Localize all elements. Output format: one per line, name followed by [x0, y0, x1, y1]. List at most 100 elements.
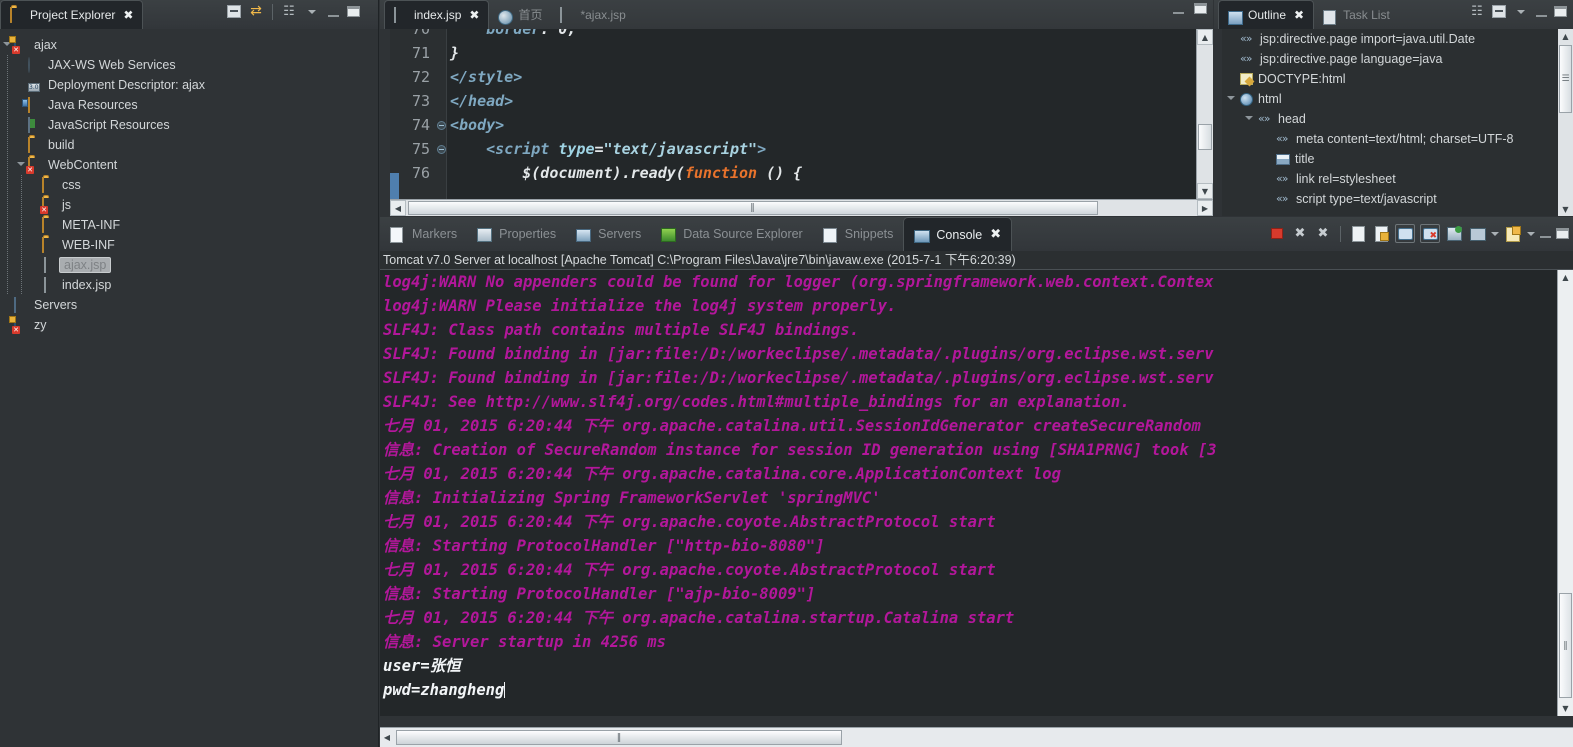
outline-item[interactable]: «» jsp:directive.page language=java: [1222, 49, 1573, 69]
fold-collapse-icon[interactable]: [436, 144, 446, 154]
twisty-arrow-icon[interactable]: [1227, 95, 1235, 103]
code-line[interactable]: 72 </style>: [390, 65, 1196, 89]
editor-tab[interactable]: index.jsp ✖: [384, 0, 490, 29]
tree-item[interactable]: JavaScript Resources: [0, 115, 378, 135]
code-line[interactable]: 70 border: 0;: [390, 29, 1196, 41]
tab-project-explorer[interactable]: Project Explorer ✖: [0, 0, 144, 29]
tree-item[interactable]: css: [0, 175, 378, 195]
tree-item[interactable]: META-INF: [0, 215, 378, 235]
outline-item[interactable]: «» script type=text/javascript: [1222, 189, 1573, 209]
collapse-all-icon[interactable]: [225, 3, 243, 20]
editor-maximize-icon[interactable]: [1194, 3, 1207, 14]
outline-tab[interactable]: Outline ✖: [1218, 0, 1315, 29]
code-fold-toggle[interactable]: [434, 120, 448, 130]
view-menu-filter-icon[interactable]: ☷: [280, 3, 298, 20]
outline-item[interactable]: title: [1222, 149, 1573, 169]
outline-scroll-thumb[interactable]: ☰: [1559, 45, 1572, 113]
console-tab-markers[interactable]: Markers: [380, 217, 467, 251]
tree-item[interactable]: ✕ js: [0, 195, 378, 215]
tree-item[interactable]: ✕ WebContent: [0, 155, 378, 175]
project-tree[interactable]: ✕ ajax JAX-WS Web Services 3.0 Deployment De…: [0, 29, 378, 335]
scroll-up-icon[interactable]: ▲: [1197, 29, 1213, 45]
code-line[interactable]: 75 <script type="text/javascript">: [390, 137, 1196, 161]
link-with-editor-icon[interactable]: ⇄: [247, 3, 265, 20]
tree-item[interactable]: 3.0 Deployment Descriptor: ajax: [0, 75, 378, 95]
tree-item[interactable]: index.jsp: [0, 275, 378, 295]
pin-console-icon[interactable]: [1445, 225, 1463, 242]
scroll-lock-icon[interactable]: [1372, 225, 1390, 242]
view-menu-icon[interactable]: [308, 9, 316, 14]
tree-item[interactable]: build: [0, 135, 378, 155]
minimize-icon[interactable]: [1540, 236, 1551, 238]
scroll-down-icon[interactable]: ▼: [1558, 701, 1573, 716]
tree-item[interactable]: ✕ ajax: [0, 35, 378, 55]
show-console-on-output-icon[interactable]: ✖: [1420, 224, 1440, 243]
outline-tab[interactable]: Task List: [1314, 0, 1399, 29]
tree-item[interactable]: ajax.jsp: [0, 255, 378, 275]
tree-item[interactable]: WEB-INF: [0, 235, 378, 255]
open-console-icon[interactable]: [1504, 225, 1522, 242]
console-tab-properties[interactable]: Properties: [467, 217, 566, 251]
outline-item[interactable]: DOCTYPE:html: [1222, 69, 1573, 89]
outline-item[interactable]: «» meta content=text/html; charset=UTF-8: [1222, 129, 1573, 149]
console-tab-snippets[interactable]: Snippets: [813, 217, 904, 251]
tree-item[interactable]: Servers: [0, 295, 378, 315]
remove-all-terminated-icon[interactable]: ✖: [1314, 225, 1332, 242]
editor-vscroll-thumb[interactable]: [1198, 124, 1212, 150]
outline-item[interactable]: html: [1222, 89, 1573, 109]
tree-item[interactable]: JAX-WS Web Services: [0, 55, 378, 75]
outline-item[interactable]: «» head: [1222, 109, 1573, 129]
console-hscroll-thumb[interactable]: ‖: [396, 730, 842, 745]
console-tab-servers[interactable]: Servers: [566, 217, 651, 251]
outline-vertical-scrollbar[interactable]: ▲ ☰ ▼: [1558, 29, 1573, 216]
console-vscroll-thumb[interactable]: ‖: [1559, 593, 1572, 698]
view-menu-icon[interactable]: [1517, 9, 1525, 14]
collapse-all-icon[interactable]: [1490, 3, 1508, 20]
scroll-left-icon[interactable]: ◀: [380, 728, 394, 747]
clear-console-icon[interactable]: [1349, 225, 1367, 242]
outline-item[interactable]: «» jsp:directive.page import=java.util.Da…: [1222, 29, 1573, 49]
editor-tab[interactable]: 首页: [489, 0, 551, 29]
console-vertical-scrollbar[interactable]: ▲ ‖ ▼: [1557, 270, 1573, 716]
terminate-icon[interactable]: [1268, 225, 1286, 242]
editor-minimize-icon[interactable]: [1173, 11, 1184, 14]
editor-vertical-scrollbar[interactable]: ▲ ▼: [1196, 29, 1213, 199]
close-icon[interactable]: ✖: [990, 227, 1001, 242]
word-wrap-icon[interactable]: [1395, 224, 1415, 243]
code-lines[interactable]: 70 border: 0; 71} 72 </style> 73 </head> 74 <bo…: [390, 29, 1196, 199]
scroll-down-icon[interactable]: ▼: [1197, 183, 1213, 199]
scroll-up-icon[interactable]: ▲: [1558, 270, 1573, 285]
code-fold-toggle[interactable]: [434, 144, 448, 154]
sort-icon[interactable]: ☷: [1468, 3, 1486, 20]
code-line[interactable]: 71}: [390, 41, 1196, 65]
console-tab-data-source-explorer[interactable]: Data Source Explorer: [651, 217, 813, 251]
display-selected-console-icon[interactable]: [1468, 225, 1486, 242]
console-output[interactable]: log4j:WARN No appenders could be found f…: [380, 270, 1557, 716]
code-line[interactable]: 74 <body>: [390, 113, 1196, 137]
editor-horizontal-scrollbar[interactable]: ◀ ‖ ▶: [390, 199, 1213, 216]
minimize-icon[interactable]: [1536, 14, 1547, 17]
tree-item[interactable]: Java Resources: [0, 95, 378, 115]
console-horizontal-scrollbar[interactable]: ◀ ‖: [380, 727, 1573, 747]
console-tab-console[interactable]: Console ✖: [903, 217, 1013, 251]
maximize-icon[interactable]: [1554, 6, 1567, 17]
code-line[interactable]: 73 </head>: [390, 89, 1196, 113]
code-editor[interactable]: 70 border: 0; 71} 72 </style> 73 </head> 74 <bo…: [390, 29, 1213, 216]
scroll-right-icon[interactable]: ▶: [1197, 200, 1213, 216]
open-console-caret[interactable]: [1527, 231, 1535, 236]
outline-item[interactable]: «» link rel=stylesheet: [1222, 169, 1573, 189]
fold-collapse-icon[interactable]: [436, 120, 446, 130]
minimize-icon[interactable]: [328, 14, 339, 17]
outline-tree[interactable]: «» jsp:directive.page import=java.util.Da…: [1222, 29, 1573, 216]
tree-item[interactable]: ✕ zy: [0, 315, 378, 335]
close-icon[interactable]: ✖: [469, 9, 479, 21]
close-icon[interactable]: ✖: [123, 9, 133, 21]
maximize-icon[interactable]: [1556, 228, 1569, 239]
display-selected-console-caret[interactable]: [1491, 231, 1499, 236]
close-icon[interactable]: ✖: [1294, 9, 1304, 21]
editor-tab[interactable]: *ajax.jsp: [551, 0, 634, 29]
scroll-down-icon[interactable]: ▼: [1558, 202, 1573, 216]
scroll-up-icon[interactable]: ▲: [1558, 29, 1573, 43]
code-line[interactable]: 76 $(document).ready(function () {: [390, 161, 1196, 185]
twisty-arrow-icon[interactable]: [17, 161, 25, 169]
